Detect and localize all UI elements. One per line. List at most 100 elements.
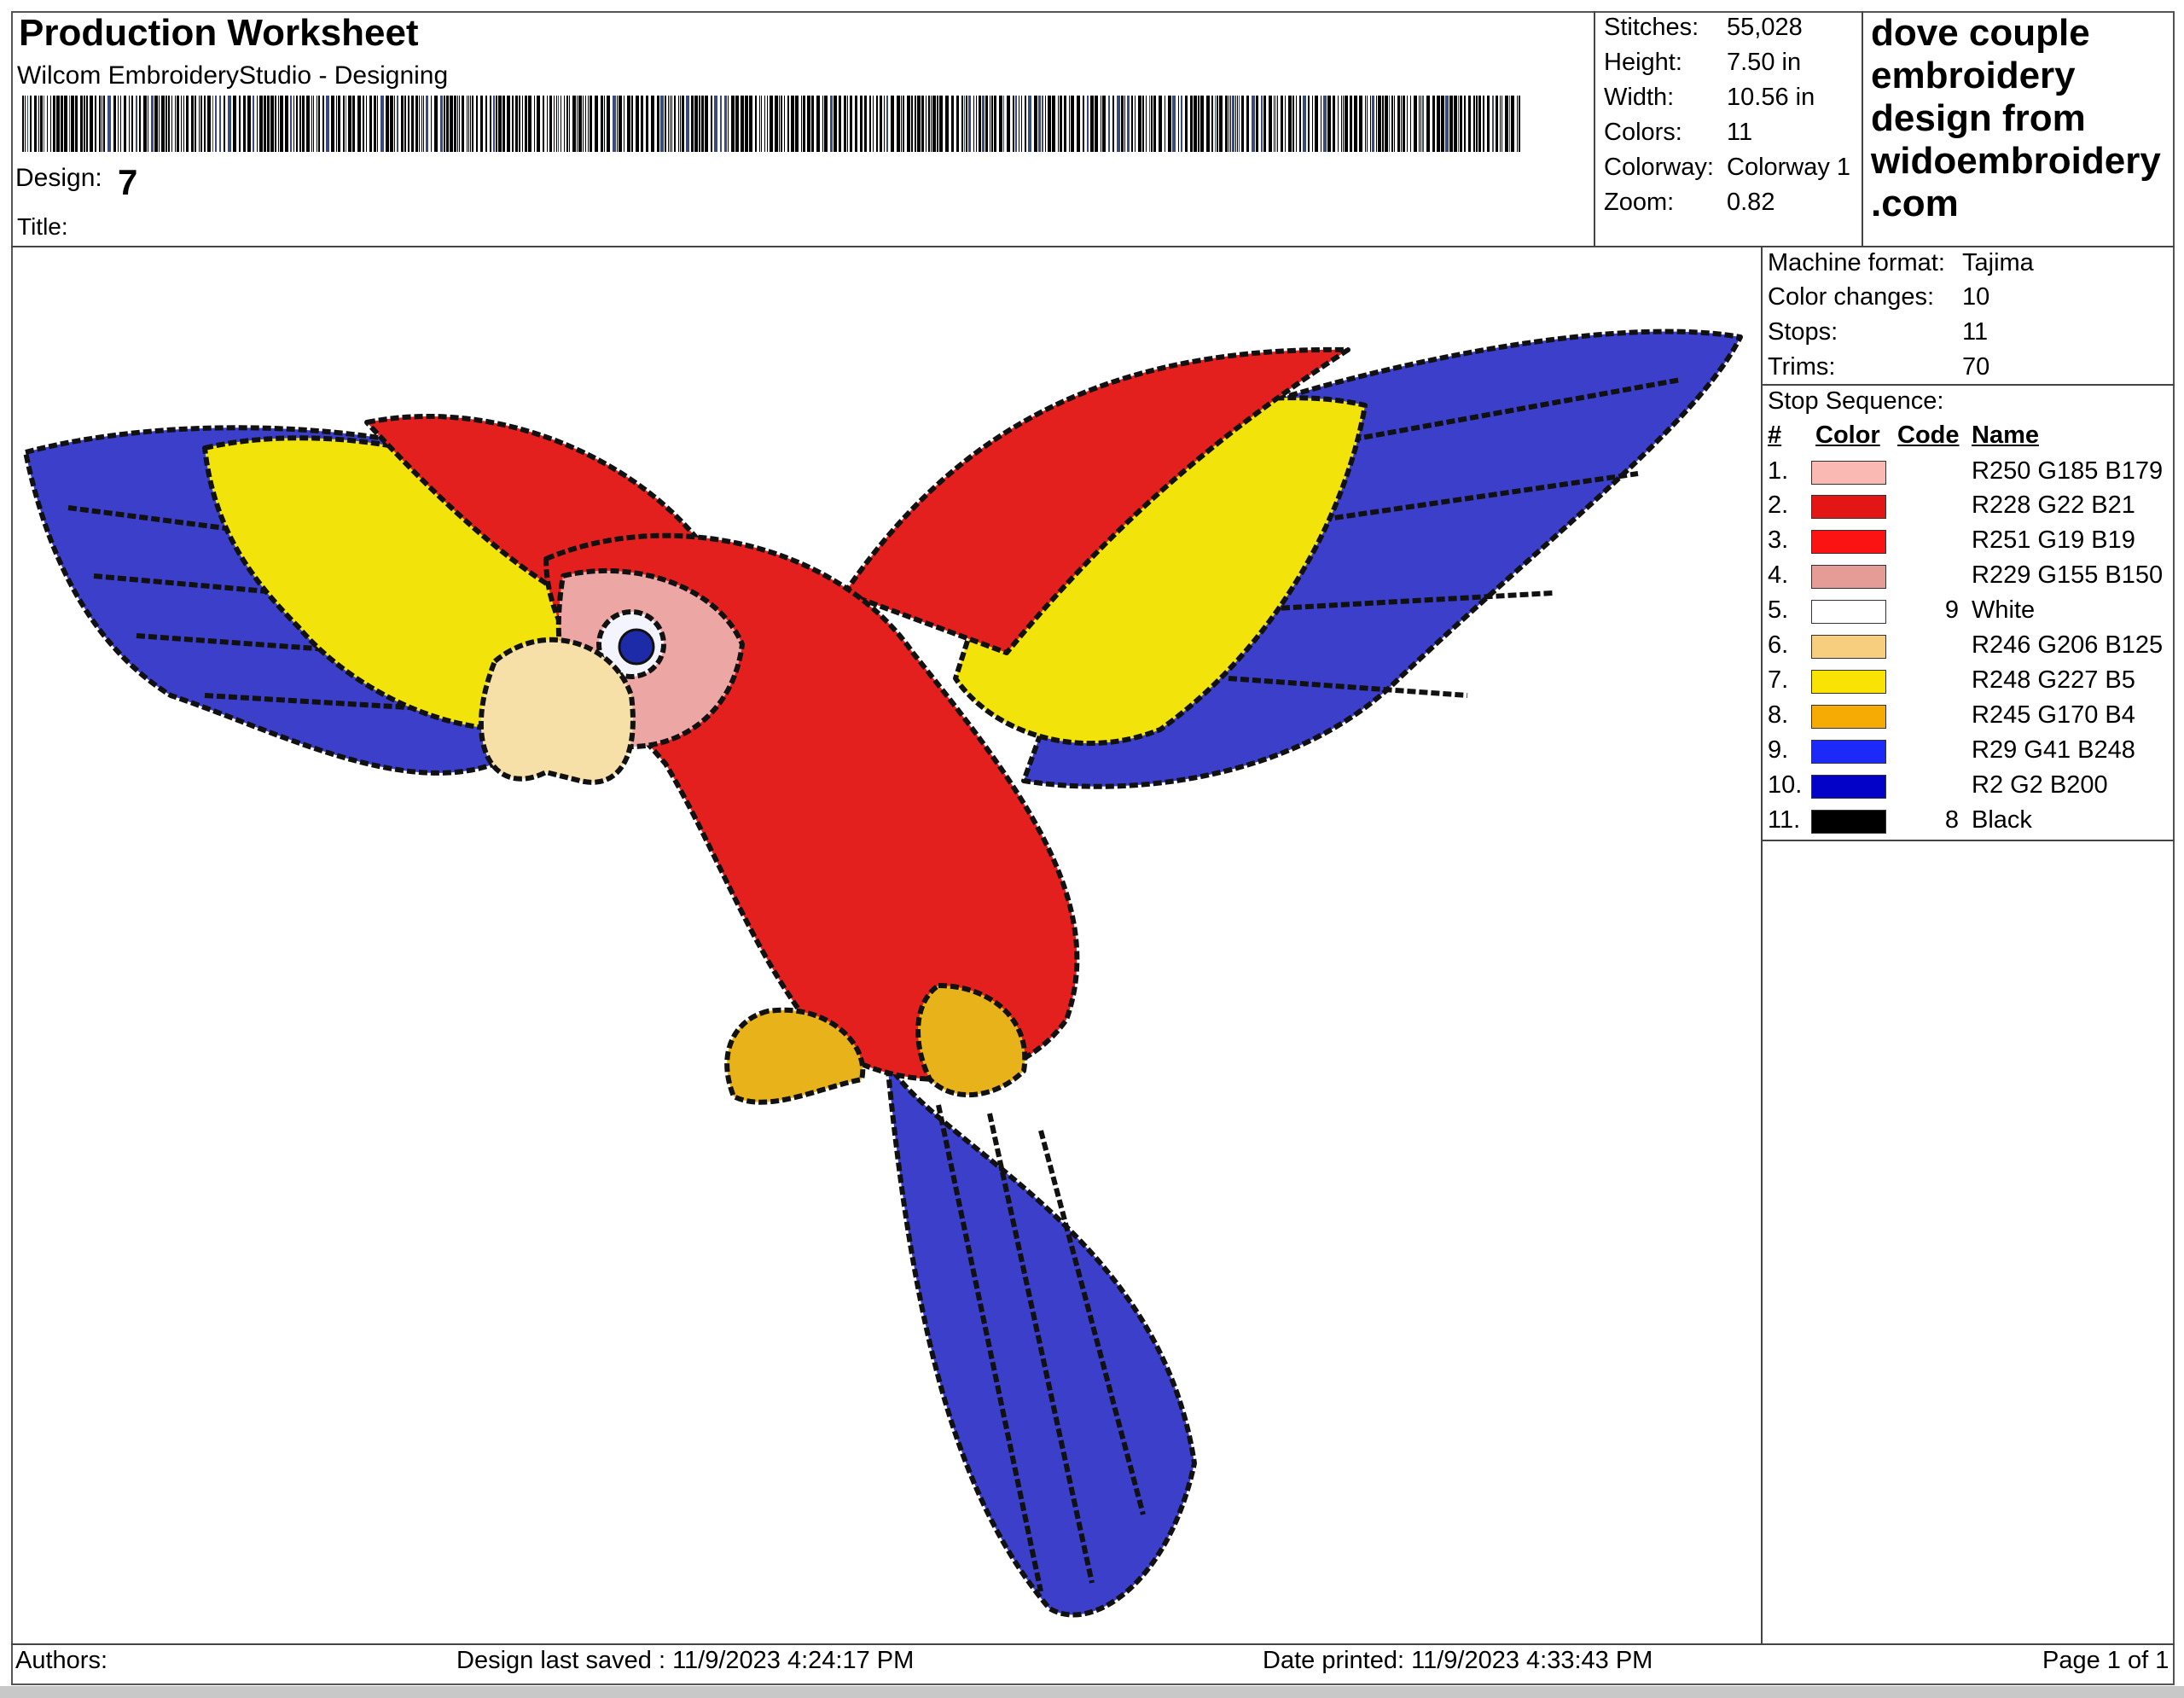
seq-name: R228 G22 B21	[1972, 491, 2135, 519]
barcode-bar	[186, 96, 189, 152]
color-swatch	[1811, 495, 1886, 519]
barcode-bar	[285, 96, 288, 152]
page-title: Production Worksheet	[19, 12, 419, 54]
barcode-bar	[313, 96, 314, 152]
barcode-bar	[1060, 96, 1062, 152]
stat-label: Colorway:	[1604, 154, 1714, 181]
barcode-bar	[1277, 96, 1278, 152]
barcode-bar	[1426, 96, 1430, 152]
barcode-bar	[143, 96, 147, 152]
barcode-bar	[1124, 96, 1125, 152]
barcode-bar	[1315, 96, 1318, 152]
barcode-bar	[472, 96, 473, 152]
barcode-bar	[490, 96, 491, 152]
barcode-bar	[1274, 96, 1275, 152]
brand-line: .com	[1871, 183, 1959, 224]
barcode-bar	[528, 96, 531, 152]
seq-num: 6.	[1768, 631, 1789, 659]
barcode-bar	[1239, 96, 1240, 152]
barcode-bar	[1464, 96, 1466, 152]
barcode-bar	[233, 96, 236, 152]
brand-divider	[1862, 11, 1863, 247]
barcode-bar	[1028, 96, 1031, 152]
trims: Trims: 70	[1768, 353, 1989, 381]
barcode-bar	[1422, 96, 1424, 152]
seq-name: R251 G19 B19	[1972, 526, 2135, 554]
barcode-bar	[665, 96, 666, 152]
design-value: 7	[118, 162, 138, 202]
color-swatch	[1811, 635, 1886, 659]
barcode-bar	[61, 96, 63, 152]
barcode-bar	[476, 96, 478, 152]
barcode-bar	[34, 96, 37, 152]
barcode-bar	[401, 96, 404, 152]
stat-label: Width:	[1604, 84, 1675, 111]
barcode-bar	[404, 96, 406, 152]
barcode-bar	[1500, 96, 1501, 152]
barcode-bar	[95, 96, 96, 152]
barcode-bar	[1299, 96, 1301, 152]
barcode-bar	[1460, 96, 1462, 152]
barcode-bar	[1437, 96, 1440, 152]
color-swatch	[1811, 810, 1886, 834]
barcode-bar	[1350, 96, 1352, 152]
color-swatch	[1811, 775, 1886, 799]
barcode-bar	[1308, 96, 1310, 152]
barcode-bar	[566, 96, 568, 152]
barcode-bar	[873, 96, 874, 152]
barcode-bar	[1445, 96, 1449, 152]
barcode-bar	[1200, 96, 1204, 152]
barcode-bar	[239, 96, 241, 152]
barcode-bar	[759, 96, 760, 152]
barcode-bar	[159, 96, 160, 152]
barcode-bar	[204, 96, 206, 152]
barcode-bar	[267, 96, 270, 152]
barcode-bar	[1206, 96, 1210, 152]
barcode-bar	[1269, 96, 1272, 152]
color-changes: Color changes: 10	[1768, 283, 1989, 311]
barcode-bar	[956, 96, 959, 152]
barcode-bar	[595, 96, 598, 152]
barcode-bar	[343, 96, 345, 152]
barcode-bar	[641, 96, 643, 152]
stat-value: 7.50 in	[1727, 49, 1802, 76]
barcode-bar	[631, 96, 633, 152]
barcode-bar	[336, 96, 337, 152]
seq-name: R246 G206 B125	[1972, 631, 2164, 659]
barcode-bar	[212, 96, 213, 152]
stat-value: 0.82	[1727, 189, 1775, 216]
barcode-bar	[928, 96, 930, 152]
stops: Stops: 11	[1768, 318, 1988, 346]
barcode-bar	[107, 96, 111, 152]
brand-line: design from	[1871, 97, 2086, 139]
barcode-bar	[1042, 96, 1043, 152]
barcode-bar	[907, 96, 910, 152]
brand-text: dove couple embroidery design from widoe…	[1871, 12, 2178, 225]
header-divider	[11, 246, 2175, 247]
side-panel-divider	[1761, 246, 1763, 1645]
barcode-bar	[369, 96, 372, 152]
brand-line: embroidery	[1871, 55, 2076, 96]
barcode-bar	[903, 96, 904, 152]
barcode-bar	[357, 96, 361, 152]
barcode-bar	[731, 96, 735, 152]
barcode-bar	[25, 96, 26, 152]
barcode-bar	[617, 96, 618, 152]
barcode-bar	[53, 96, 55, 152]
barcode-bar	[1038, 96, 1041, 152]
barcode-bar	[1292, 96, 1294, 152]
barcode-bar	[1153, 96, 1156, 152]
machine-value: Tajima	[1962, 249, 2034, 276]
barcode-bar	[397, 96, 398, 152]
barcode-bar	[714, 96, 717, 152]
barcode-bar	[686, 96, 689, 152]
footer-page-number: Page 1 of 1	[2042, 1647, 2169, 1674]
color-swatch	[1811, 705, 1886, 729]
seq-name: R29 G41 B248	[1972, 736, 2135, 764]
barcode-bar	[1312, 96, 1313, 152]
barcode-bar	[191, 96, 194, 152]
barcode-bar	[572, 96, 576, 152]
barcode-bar	[619, 96, 622, 152]
barcode-bar	[64, 96, 67, 152]
barcode-bar	[299, 96, 301, 152]
